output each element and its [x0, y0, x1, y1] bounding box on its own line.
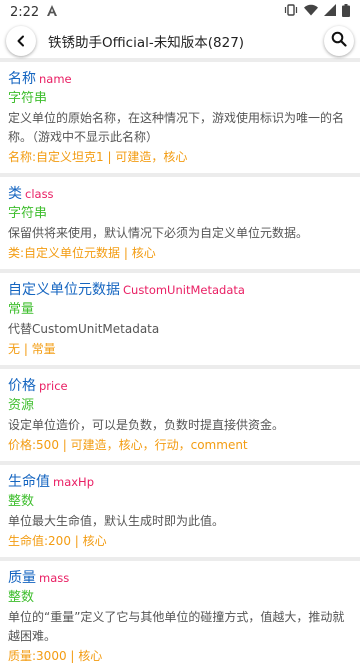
attribute-code: maxHp — [53, 475, 95, 489]
attribute-type: 字符串 — [8, 206, 48, 221]
list-item[interactable]: 价格 price 资源 设定单位造价，可以是负数，负数时提直接供资金。 价格:50… — [0, 369, 360, 461]
status-bar: 2:22 — [0, 0, 360, 24]
list-item[interactable]: 质量 mass 整数 单位的“重量”定义了它与其他单位的碰撞方式，值越大，推动就越… — [0, 561, 360, 672]
battery-icon — [342, 3, 350, 21]
attribute-name: 质量 — [8, 570, 36, 586]
back-button[interactable] — [6, 26, 36, 56]
cellular-signal-icon — [324, 4, 336, 20]
attribute-description: 定义单位的原始名称，在这种情况下，游戏使用标识为唯一的名称。（游戏中不显示此名称… — [8, 111, 345, 144]
attribute-code: class — [25, 187, 54, 201]
notification-a-icon — [47, 4, 58, 20]
attribute-type: 资源 — [8, 398, 35, 413]
attribute-code: name — [39, 72, 72, 86]
vibrate-icon — [284, 4, 298, 20]
attribute-description: 保留供将来使用，默认情况下必须为自定义单位元数据。 — [8, 226, 309, 240]
attribute-name: 名称 — [8, 71, 36, 87]
attribute-description: 单位最大生命值，默认生成时即为此值。 — [8, 514, 225, 528]
attribute-type: 整数 — [8, 590, 35, 605]
list-item[interactable]: 类 class 字符串 保留供将来使用，默认情况下必须为自定义单位元数据。 类:自… — [0, 177, 360, 269]
attribute-code: mass — [39, 571, 70, 585]
attribute-name: 自定义单位元数据 — [8, 282, 120, 298]
attribute-meta: 质量:3000 | 核心 — [8, 649, 103, 663]
attribute-description: 代替CustomUnitMetadata — [8, 322, 160, 336]
chevron-left-icon — [15, 32, 27, 51]
attribute-description: 单位的“重量”定义了它与其他单位的碰撞方式，值越大，推动就越困难。 — [8, 610, 345, 643]
list-item[interactable]: 自定义单位元数据 CustomUnitMetadata 常量 代替CustomUn… — [0, 273, 360, 365]
attribute-type: 常量 — [8, 302, 35, 317]
search-icon — [331, 31, 347, 51]
app-bar: 铁锈助手Official-未知版本(827) — [0, 24, 360, 58]
attribute-name: 生命值 — [8, 474, 50, 490]
wifi-icon — [304, 4, 318, 20]
attribute-meta: 类:自定义单位元数据 | 核心 — [8, 246, 156, 260]
attribute-meta: 生命值:200 | 核心 — [8, 534, 107, 548]
status-time: 2:22 — [10, 4, 40, 20]
attribute-type: 整数 — [8, 494, 35, 509]
attribute-list: 名称 name 字符串 定义单位的原始名称，在这种情况下，游戏使用标识为唯一的名称… — [0, 58, 360, 672]
list-item[interactable]: 名称 name 字符串 定义单位的原始名称，在这种情况下，游戏使用标识为唯一的名称… — [0, 62, 360, 173]
attribute-name: 类 — [8, 186, 22, 202]
search-button[interactable] — [324, 26, 354, 56]
page-title: 铁锈助手Official-未知版本(827) — [48, 35, 245, 51]
attribute-meta: 价格:500 | 可建造，核心，行动，comment — [8, 438, 248, 452]
attribute-meta: 无 | 常量 — [8, 342, 56, 356]
attribute-meta: 名称:自定义坦克1 | 可建造，核心 — [8, 150, 188, 164]
attribute-type: 字符串 — [8, 91, 48, 106]
attribute-description: 设定单位造价，可以是负数，负数时提直接供资金。 — [8, 418, 285, 432]
attribute-code: price — [39, 379, 68, 393]
attribute-name: 价格 — [8, 378, 36, 394]
attribute-code: CustomUnitMetadata — [123, 283, 245, 297]
list-item[interactable]: 生命值 maxHp 整数 单位最大生命值，默认生成时即为此值。 生命值:200 |… — [0, 465, 360, 557]
